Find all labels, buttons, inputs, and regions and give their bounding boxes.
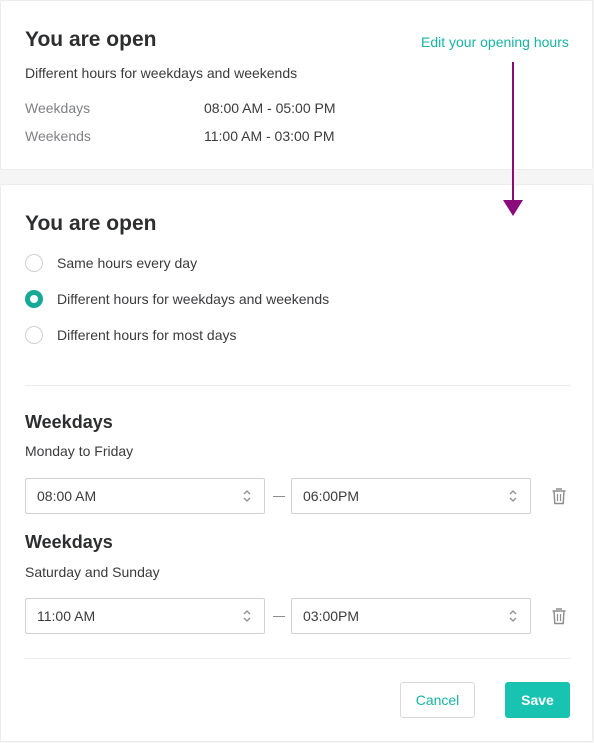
chevron-updown-icon [243, 490, 251, 502]
weekdays-open-time-select[interactable]: 08:00 AM [25, 478, 265, 514]
summary-weekends-hours: 11:00 AM - 03:00 PM [204, 128, 335, 144]
cancel-button[interactable]: Cancel [400, 682, 475, 718]
weekdays-group-subtitle: Monday to Friday [25, 443, 134, 459]
chevron-updown-icon [509, 610, 517, 622]
option-most-days[interactable]: Different hours for most days [25, 324, 236, 346]
summary-weekends-label: Weekends [25, 128, 91, 144]
summary-weekdays-hours: 08:00 AM - 05:00 PM [204, 100, 336, 116]
option-most-days-label: Different hours for most days [57, 327, 237, 343]
summary-weekdays-label: Weekdays [25, 100, 91, 116]
option-weekdays-weekends[interactable]: Different hours for weekdays and weekend… [25, 288, 329, 310]
radio-same-hours[interactable] [25, 254, 43, 272]
summary-title: You are open [25, 28, 157, 51]
weekends-group-subtitle: Saturday and Sunday [25, 564, 160, 580]
weekdays-close-time-select[interactable]: 06:00PM [291, 478, 531, 514]
trash-icon[interactable] [551, 487, 567, 505]
option-same-hours[interactable]: Same hours every day [25, 252, 197, 274]
divider [25, 658, 571, 659]
opening-hours-summary-card: You are open Edit your opening hours Dif… [0, 0, 593, 170]
weekends-open-time-select[interactable]: 11:00 AM [25, 598, 265, 634]
radio-weekdays-weekends[interactable] [25, 290, 43, 308]
option-same-hours-label: Same hours every day [57, 255, 198, 271]
time-range-separator [273, 616, 285, 617]
editor-title: You are open [25, 212, 157, 235]
annotation-arrowhead-icon [503, 200, 523, 216]
save-button[interactable]: Save [505, 682, 570, 718]
opening-hours-edit-card: You are open Same hours every day Differ… [0, 184, 593, 742]
weekends-group-title: Weekdays [25, 532, 113, 552]
trash-icon[interactable] [551, 607, 567, 625]
weekends-close-time-select[interactable]: 03:00PM [291, 598, 531, 634]
weekends-open-time-value: 11:00 AM [37, 608, 96, 624]
annotation-arrow-down-icon [512, 62, 514, 202]
weekends-close-time-value: 03:00PM [303, 608, 360, 624]
edit-opening-hours-link[interactable]: Edit your opening hours [421, 34, 569, 50]
time-range-separator [273, 496, 285, 497]
radio-most-days[interactable] [25, 326, 43, 344]
chevron-updown-icon [243, 610, 251, 622]
option-weekdays-weekends-label: Different hours for weekdays and weekend… [57, 291, 330, 307]
weekdays-group-title: Weekdays [25, 412, 113, 432]
divider [25, 385, 571, 386]
weekdays-open-time-value: 08:00 AM [37, 488, 97, 504]
summary-mode-text: Different hours for weekdays and weekend… [25, 65, 298, 81]
weekdays-close-time-value: 06:00PM [303, 488, 360, 504]
chevron-updown-icon [509, 490, 517, 502]
